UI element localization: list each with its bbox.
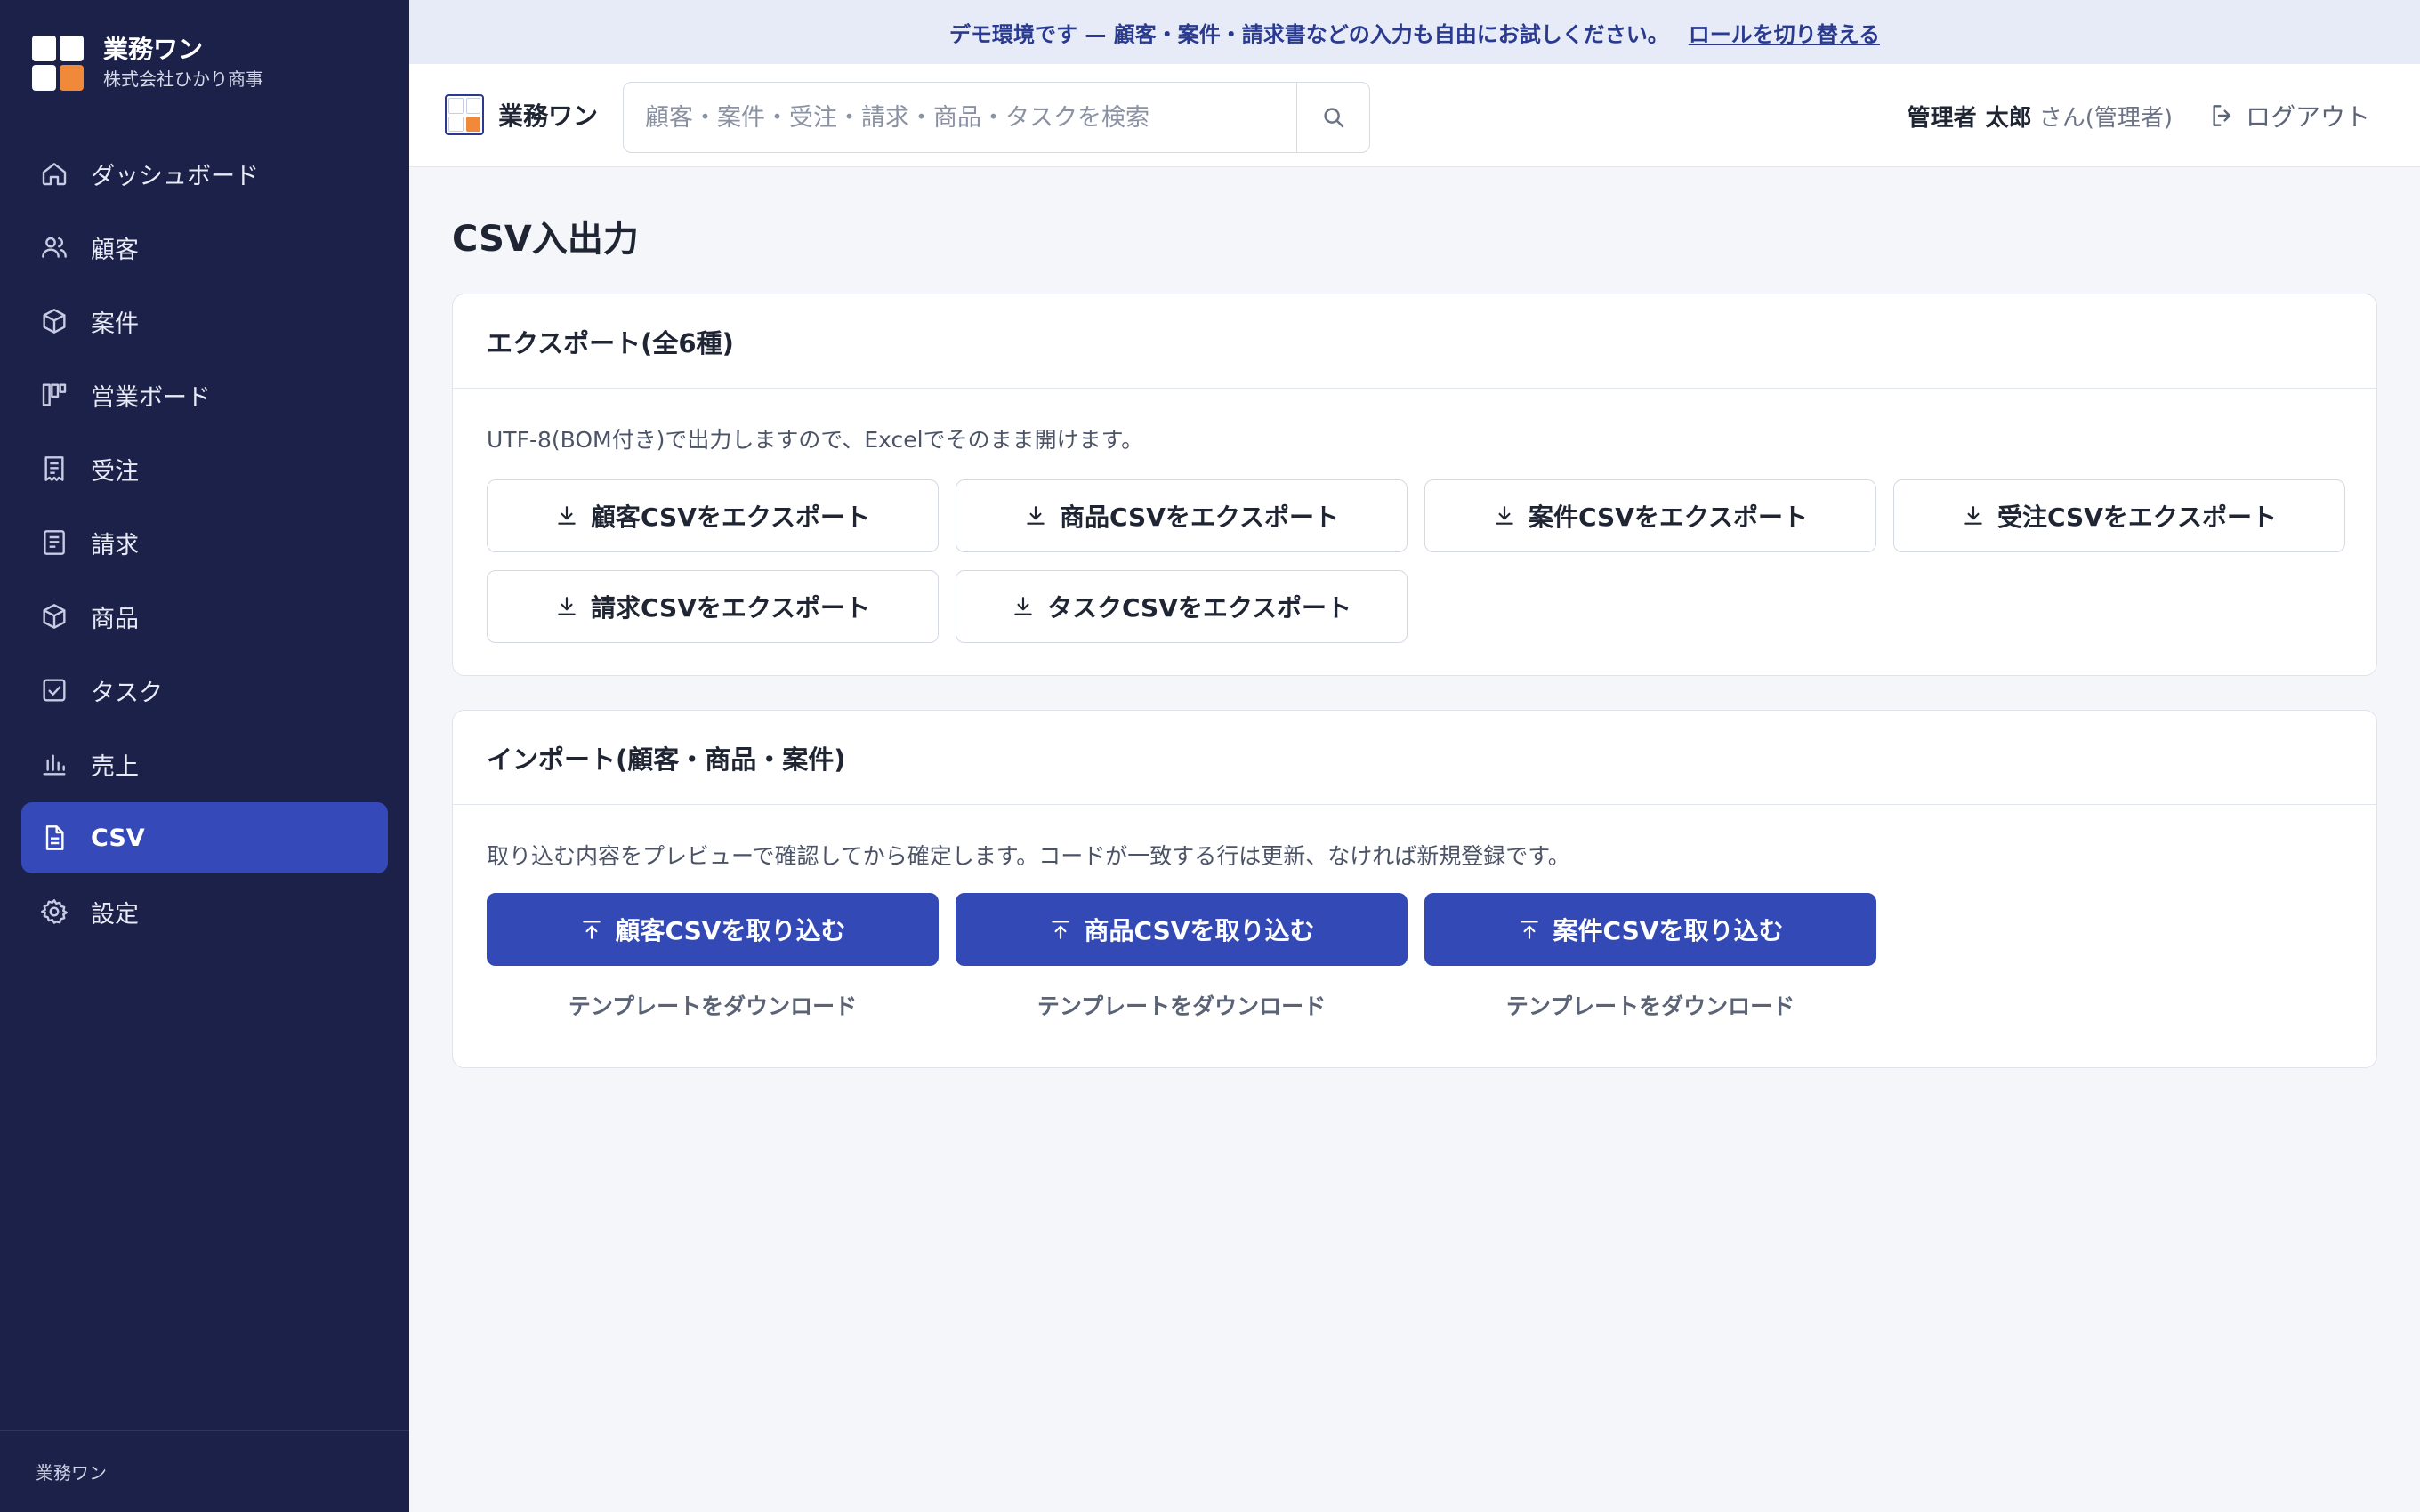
sidebar-item-label: 顧客 <box>91 236 139 264</box>
sidebar-item-settings[interactable]: 設定 <box>21 876 388 947</box>
export-tasks-button[interactable]: タスクCSVをエクスポート <box>956 570 1408 643</box>
sidebar-item-products[interactable]: 商品 <box>21 581 388 652</box>
upload-icon <box>582 921 601 939</box>
import-description: 取り込む内容をプレビューで確認してから確定します。コードが一致する行は更新、なけ… <box>487 843 1570 869</box>
sidebar-item-sales-board[interactable]: 営業ボード <box>21 359 388 430</box>
logout-label: ログアウト <box>2245 102 2370 132</box>
sidebar: 業務ワン 株式会社ひかり商事 ダッシュボード 顧客 案件 営業ボード 受注 請求… <box>0 0 409 1512</box>
download-icon <box>558 506 576 525</box>
user-suffix: さん(管理者) <box>2038 104 2173 132</box>
file-icon <box>39 823 69 853</box>
download-icon <box>1027 506 1045 525</box>
users-icon <box>39 232 69 262</box>
sidebar-item-label: CSV <box>91 824 145 852</box>
download-icon <box>558 597 576 615</box>
export-card: エクスポート(全6種) UTF-8(BOM付き)で出力しますので、Excelでそ… <box>452 294 2377 676</box>
sidebar-company-name: 株式会社ひかり商事 <box>103 68 263 90</box>
export-customers-button[interactable]: 顧客CSVをエクスポート <box>487 479 939 552</box>
demo-banner: デモ環境です — 顧客・案件・請求書などの入力も自由にお試しください。 ロールを… <box>409 0 2420 64</box>
button-label: 案件CSVをエクスポート <box>1528 503 1809 532</box>
download-customers-template-link[interactable]: テンプレートをダウンロード <box>487 989 939 1021</box>
download-icon <box>1014 597 1032 615</box>
user-role: 管理者 <box>1907 104 1977 132</box>
sidebar-footer: 業務ワン <box>0 1430 409 1512</box>
user-area: 管理者 太郎 さん(管理者) ログアウト <box>1908 64 2370 167</box>
export-description: UTF-8(BOM付き)で出力しますので、Excelでそのまま開けます。 <box>487 427 1144 453</box>
top-header: 業務ワン 管理者 太郎 さん(管理者) ログアウト <box>409 64 2420 167</box>
invoice-icon <box>39 527 69 558</box>
import-products-button[interactable]: 商品CSVを取り込む <box>956 893 1408 966</box>
sidebar-item-sales[interactable]: 売上 <box>21 728 388 800</box>
app-logo-icon <box>32 36 84 91</box>
search-icon <box>1323 108 1343 128</box>
export-invoices-button[interactable]: 請求CSVをエクスポート <box>487 570 939 643</box>
search-input[interactable] <box>624 83 1296 152</box>
search-button[interactable] <box>1296 83 1369 152</box>
sidebar-item-deals[interactable]: 案件 <box>21 286 388 357</box>
button-label: 案件CSVを取り込む <box>1553 916 1784 945</box>
sidebar-item-label: 営業ボード <box>91 383 211 412</box>
upload-icon <box>1051 921 1069 939</box>
import-deals-button[interactable]: 案件CSVを取り込む <box>1424 893 1876 966</box>
home-icon <box>39 158 69 189</box>
sidebar-item-csv[interactable]: CSV <box>21 802 388 873</box>
sidebar-item-label: タスク <box>91 679 163 707</box>
gear-icon <box>39 897 69 927</box>
button-label: 顧客CSVを取り込む <box>615 916 846 945</box>
button-label: タスクCSVをエクスポート <box>1046 593 1352 623</box>
import-customers-button[interactable]: 顧客CSVを取り込む <box>487 893 939 966</box>
button-label: 請求CSVをエクスポート <box>590 593 871 623</box>
export-orders-button[interactable]: 受注CSVをエクスポート <box>1893 479 2345 552</box>
download-icon <box>1964 506 1982 525</box>
sidebar-item-customers[interactable]: 顧客 <box>21 212 388 283</box>
logout-icon <box>2213 105 2231 126</box>
sidebar-item-label: 売上 <box>91 752 139 781</box>
switch-role-link[interactable]: ロールを切り替える <box>1689 17 1880 48</box>
sidebar-item-invoices[interactable]: 請求 <box>21 507 388 578</box>
download-products-template-link[interactable]: テンプレートをダウンロード <box>956 989 1408 1021</box>
sidebar-item-label: 商品 <box>91 605 139 633</box>
sidebar-item-label: 設定 <box>91 900 139 929</box>
export-products-button[interactable]: 商品CSVをエクスポート <box>956 479 1408 552</box>
bar-chart-icon <box>39 749 69 779</box>
sidebar-item-tasks[interactable]: タスク <box>21 655 388 726</box>
global-search <box>623 82 1370 153</box>
download-icon <box>1496 506 1513 525</box>
sidebar-brand-name: 業務ワン <box>103 35 204 64</box>
export-deals-button[interactable]: 案件CSVをエクスポート <box>1424 479 1876 552</box>
receipt-icon <box>39 454 69 484</box>
upload-icon <box>1520 921 1538 939</box>
sidebar-nav: ダッシュボード 顧客 案件 営業ボード 受注 請求 商品 タスク 売上 CSV … <box>21 138 388 950</box>
button-label: 商品CSVをエクスポート <box>1059 503 1340 532</box>
import-card: インポート(顧客・商品・案件) 取り込む内容をプレビューで確認してから確定します… <box>452 710 2377 1068</box>
package-icon <box>39 601 69 631</box>
checkbox-icon <box>39 675 69 705</box>
button-label: 商品CSVを取り込む <box>1084 916 1315 945</box>
export-heading: エクスポート(全6種) <box>453 294 2376 389</box>
button-label: 顧客CSVをエクスポート <box>590 503 871 532</box>
sidebar-item-orders[interactable]: 受注 <box>21 433 388 504</box>
header-brand-name: 業務ワン <box>498 101 599 131</box>
logout-button[interactable]: ログアウト <box>2208 98 2370 133</box>
sidebar-item-dashboard[interactable]: ダッシュボード <box>21 138 388 209</box>
button-label: 受注CSVをエクスポート <box>1996 503 2278 532</box>
user-name: 太郎 <box>1985 104 2032 132</box>
page-title: CSV入出力 <box>452 219 639 260</box>
download-deals-template-link[interactable]: テンプレートをダウンロード <box>1424 989 1876 1021</box>
sidebar-item-label: 案件 <box>91 310 139 338</box>
import-heading: インポート(顧客・商品・案件) <box>453 711 2376 805</box>
sidebar-item-label: 請求 <box>91 531 139 559</box>
sidebar-item-label: ダッシュボード <box>91 162 259 190</box>
box-icon <box>39 306 69 336</box>
demo-banner-text: デモ環境です — 顧客・案件・請求書などの入力も自由にお試しください。 <box>949 21 1669 47</box>
sidebar-brand[interactable]: 業務ワン 株式会社ひかり商事 <box>32 34 263 92</box>
app-logo-icon <box>445 94 484 135</box>
header-brand[interactable]: 業務ワン <box>445 94 598 135</box>
kanban-icon <box>39 380 69 410</box>
sidebar-item-label: 受注 <box>91 457 139 486</box>
